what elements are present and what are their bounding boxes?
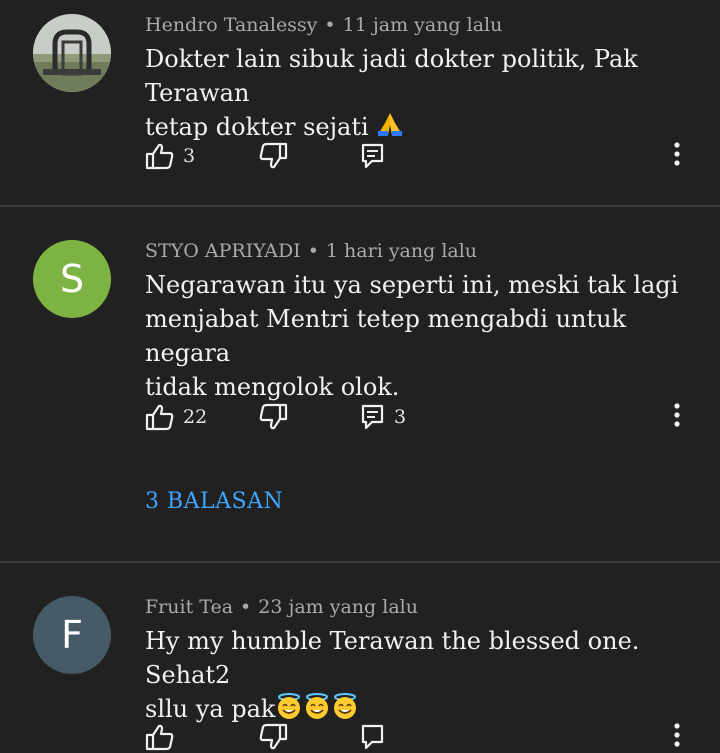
comment-text: Dokter lain sibuk jadi dokter politik, P…	[145, 42, 685, 146]
comment-time: 23 jam yang lalu	[258, 596, 418, 618]
dislike-button[interactable]	[258, 723, 288, 751]
dislike-button[interactable]	[258, 142, 288, 170]
comment-text-line: Dokter lain sibuk jadi dokter politik, P…	[145, 45, 638, 107]
author-name[interactable]: Hendro Tanalessy	[145, 14, 317, 36]
comment-reply-icon	[361, 404, 384, 430]
folded-hands-emoji	[376, 111, 404, 146]
comment-reply-icon	[361, 143, 384, 169]
comment-2: S STYO APRIYADI • 1 hari yang lalu Negaraw…	[0, 207, 720, 561]
more-options-button[interactable]	[674, 141, 680, 172]
like-button[interactable]	[145, 723, 175, 751]
comment-meta: Fruit Tea • 23 jam yang lalu	[145, 596, 418, 618]
dislike-button[interactable]	[258, 403, 288, 431]
comment-text-line: menjabat Mentri tetep mengabdi untuk neg…	[145, 305, 627, 367]
comment-3: F Fruit Tea • 23 jam yang lalu Hy my humbl…	[0, 563, 720, 751]
comment-actions	[145, 723, 705, 753]
thumbs-up-icon	[145, 143, 174, 170]
comment-meta: Hendro Tanalessy • 11 jam yang lalu	[145, 14, 502, 36]
more-vertical-icon	[674, 142, 680, 166]
thumbs-up-icon	[145, 724, 174, 751]
more-options-button[interactable]	[674, 722, 680, 753]
thumbs-down-icon	[259, 142, 288, 169]
meta-separator: •	[307, 240, 319, 262]
comment-meta: STYO APRIYADI • 1 hari yang lalu	[145, 240, 477, 262]
reply-button[interactable]	[360, 723, 386, 751]
comment-actions: 3	[145, 142, 705, 172]
meta-separator: •	[240, 596, 252, 618]
reply-button[interactable]: 3	[360, 403, 406, 431]
comment-1: Hendro Tanalessy • 11 jam yang lalu Dokter…	[0, 0, 720, 205]
comment-text-line: Hy my humble Terawan the blessed one. Se…	[145, 627, 640, 689]
avatar-photo-icon	[33, 14, 111, 92]
reply-button[interactable]	[360, 142, 394, 170]
comment-text: Negarawan itu ya seperti ini, meski tak …	[145, 268, 685, 404]
avatar[interactable]: S	[33, 240, 111, 318]
thumbs-down-icon	[259, 723, 288, 750]
author-name[interactable]: Fruit Tea	[145, 596, 233, 618]
comment-time: 1 hari yang lalu	[325, 240, 478, 262]
more-options-button[interactable]	[674, 402, 680, 433]
comment-time: 11 jam yang lalu	[342, 14, 503, 36]
like-count: 3	[183, 145, 196, 167]
comment-reply-icon	[361, 724, 384, 750]
comment-actions: 22 3	[145, 403, 705, 433]
thumbs-down-icon	[259, 403, 288, 430]
like-count: 22	[183, 406, 208, 428]
comment-text-line: Negarawan itu ya seperti ini, meski tak …	[145, 271, 679, 299]
comment-text-line: tetap dokter sejati	[145, 110, 685, 146]
comment-text-line: tidak mengolok olok.	[145, 373, 400, 401]
meta-separator: •	[324, 14, 336, 36]
view-replies-link[interactable]: 3 BALASAN	[145, 489, 283, 514]
like-button[interactable]: 3	[145, 142, 195, 170]
comment-text: Hy my humble Terawan the blessed one. Se…	[145, 624, 685, 729]
avatar[interactable]	[33, 14, 111, 92]
more-vertical-icon	[674, 403, 680, 427]
thumbs-up-icon	[145, 404, 174, 431]
reply-count: 3	[394, 406, 407, 428]
author-name[interactable]: STYO APRIYADI	[145, 240, 301, 262]
avatar[interactable]: F	[33, 596, 111, 674]
like-button[interactable]: 22	[145, 403, 207, 431]
more-vertical-icon	[674, 723, 680, 747]
